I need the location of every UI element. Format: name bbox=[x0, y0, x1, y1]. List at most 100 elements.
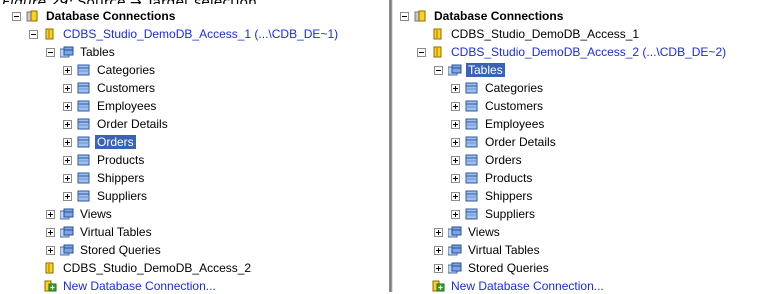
tree-item-table-suppliers[interactable]: Suppliers bbox=[63, 188, 149, 204]
tree-item-table-products-label: Products bbox=[97, 153, 145, 167]
tree-item-views[interactable]: Views bbox=[46, 206, 114, 222]
expand-plus-icon[interactable] bbox=[63, 83, 72, 93]
expand-plus-icon[interactable] bbox=[63, 191, 72, 201]
target-tree-panel: Database Connections CDBS_Studio_DemoDB_A… bbox=[396, 4, 775, 294]
tree-item-table-employees[interactable]: Employees bbox=[451, 116, 546, 132]
target-tree: Database Connections CDBS_Studio_DemoDB_A… bbox=[396, 4, 775, 294]
expand-plus-icon[interactable] bbox=[451, 173, 460, 183]
table-icon bbox=[465, 208, 479, 220]
tree-item-table-orders[interactable]: Orders bbox=[451, 152, 524, 168]
tree-item-table-order-details[interactable]: Order Details bbox=[63, 116, 170, 132]
expand-plus-icon[interactable] bbox=[451, 137, 460, 147]
table-icon bbox=[77, 154, 91, 166]
tree-item-virtual-tables-label: Virtual Tables bbox=[80, 225, 152, 239]
database-icon bbox=[43, 262, 57, 274]
expand-plus-icon[interactable] bbox=[63, 137, 72, 147]
expand-plus-icon[interactable] bbox=[434, 245, 443, 255]
tree-item-views[interactable]: Views bbox=[434, 224, 502, 240]
db-root-icon bbox=[26, 10, 40, 22]
tree-item-table-categories-label: Categories bbox=[485, 81, 544, 95]
collapse-minus-icon[interactable] bbox=[12, 11, 21, 21]
tree-item-table-order-details[interactable]: Order Details bbox=[451, 134, 558, 150]
tree-item-table-orders[interactable]: Orders bbox=[63, 134, 136, 150]
expand-plus-icon[interactable] bbox=[63, 155, 72, 165]
tree-root-database-connections-label: Database Connections bbox=[434, 9, 564, 23]
collapse-minus-icon[interactable] bbox=[434, 65, 443, 75]
tree-item-table-suppliers-label: Suppliers bbox=[97, 189, 148, 203]
tree-item-table-shippers[interactable]: Shippers bbox=[451, 188, 534, 204]
tables-folder-icon bbox=[59, 244, 74, 256]
tree-item-table-products[interactable]: Products bbox=[451, 170, 534, 186]
expand-plus-icon[interactable] bbox=[46, 209, 55, 219]
tree-item-table-orders-label: Orders bbox=[485, 153, 522, 167]
expand-plus-icon[interactable] bbox=[451, 155, 460, 165]
table-icon bbox=[465, 172, 479, 184]
table-icon bbox=[465, 136, 479, 148]
collapse-minus-icon[interactable] bbox=[29, 29, 38, 39]
tree-item-table-order-details-label: Order Details bbox=[485, 135, 556, 149]
tree-item-connection-1-label: CDBS_Studio_DemoDB_Access_1 (...\CDB_DE~… bbox=[63, 27, 339, 41]
new-connection-icon bbox=[43, 280, 57, 292]
tree-item-table-customers[interactable]: Customers bbox=[451, 98, 545, 114]
collapse-minus-icon[interactable] bbox=[46, 47, 55, 57]
tree-item-table-suppliers[interactable]: Suppliers bbox=[451, 206, 537, 222]
tree-item-connection-2[interactable]: CDBS_Studio_DemoDB_Access_2 (...\CDB_DE~… bbox=[417, 44, 728, 60]
tree-item-table-employees-label: Employees bbox=[485, 117, 545, 131]
source-tree-panel: Database Connections CDBS_Studio_DemoDB_A… bbox=[0, 4, 386, 294]
tree-item-tables-label: Tables bbox=[466, 63, 505, 77]
tree-item-table-categories[interactable]: Categories bbox=[451, 80, 545, 96]
tree-item-stored-queries[interactable]: Stored Queries bbox=[434, 260, 551, 276]
expand-plus-icon[interactable] bbox=[63, 173, 72, 183]
tables-folder-icon bbox=[59, 208, 74, 220]
tables-folder-icon bbox=[447, 226, 462, 238]
tables-folder-icon bbox=[447, 64, 462, 76]
database-icon bbox=[43, 28, 57, 40]
expand-plus-icon[interactable] bbox=[434, 227, 443, 237]
tree-item-new-connection-label: New Database Connection... bbox=[63, 279, 216, 293]
expand-plus-icon[interactable] bbox=[451, 101, 460, 111]
tree-item-tables[interactable]: Tables bbox=[46, 44, 117, 60]
expand-plus-icon[interactable] bbox=[451, 119, 460, 129]
expand-plus-icon[interactable] bbox=[451, 83, 460, 93]
panel-separator bbox=[386, 0, 396, 292]
expand-plus-icon[interactable] bbox=[451, 209, 460, 219]
tree-item-views-label: Views bbox=[468, 225, 500, 239]
tree-item-virtual-tables[interactable]: Virtual Tables bbox=[46, 224, 154, 240]
tree-item-table-customers[interactable]: Customers bbox=[63, 80, 157, 96]
tree-item-table-shippers[interactable]: Shippers bbox=[63, 170, 146, 186]
expand-plus-icon[interactable] bbox=[434, 263, 443, 273]
expand-plus-icon[interactable] bbox=[63, 101, 72, 111]
expand-plus-icon[interactable] bbox=[451, 191, 460, 201]
table-icon bbox=[465, 118, 479, 130]
table-icon bbox=[77, 136, 91, 148]
tree-item-virtual-tables-label: Virtual Tables bbox=[468, 243, 540, 257]
source-tree: Database Connections CDBS_Studio_DemoDB_A… bbox=[0, 4, 386, 294]
expand-plus-icon[interactable] bbox=[63, 65, 72, 75]
tree-item-table-employees[interactable]: Employees bbox=[63, 98, 158, 114]
tree-item-views-label: Views bbox=[80, 207, 112, 221]
collapse-minus-icon[interactable] bbox=[400, 11, 409, 21]
collapse-minus-icon[interactable] bbox=[417, 47, 426, 57]
tree-root-database-connections-label: Database Connections bbox=[46, 9, 176, 23]
tree-item-tables[interactable]: Tables bbox=[434, 62, 505, 78]
expand-plus-icon[interactable] bbox=[46, 227, 55, 237]
tree-item-connection-2[interactable]: CDBS_Studio_DemoDB_Access_2 bbox=[29, 260, 253, 276]
tree-item-virtual-tables[interactable]: Virtual Tables bbox=[434, 242, 542, 258]
tree-item-table-employees-label: Employees bbox=[97, 99, 157, 113]
db-root-icon bbox=[414, 10, 428, 22]
expand-plus-icon[interactable] bbox=[63, 119, 72, 129]
tables-folder-icon bbox=[447, 244, 462, 256]
tables-folder-icon bbox=[59, 46, 74, 58]
tree-item-connection-1[interactable]: CDBS_Studio_DemoDB_Access_1 bbox=[417, 26, 641, 42]
tree-item-connection-2-label: CDBS_Studio_DemoDB_Access_2 (...\CDB_DE~… bbox=[451, 45, 727, 59]
tree-item-table-categories[interactable]: Categories bbox=[63, 62, 157, 78]
expand-plus-icon[interactable] bbox=[46, 245, 55, 255]
table-icon bbox=[77, 82, 91, 94]
new-connection-icon bbox=[431, 280, 445, 292]
database-icon bbox=[431, 28, 445, 40]
tree-item-stored-queries[interactable]: Stored Queries bbox=[46, 242, 163, 258]
tree-root-database-connections[interactable]: Database Connections bbox=[400, 8, 565, 24]
tree-item-table-products[interactable]: Products bbox=[63, 152, 146, 168]
tree-root-database-connections[interactable]: Database Connections bbox=[12, 8, 177, 24]
tree-item-connection-1[interactable]: CDBS_Studio_DemoDB_Access_1 (...\CDB_DE~… bbox=[29, 26, 340, 42]
